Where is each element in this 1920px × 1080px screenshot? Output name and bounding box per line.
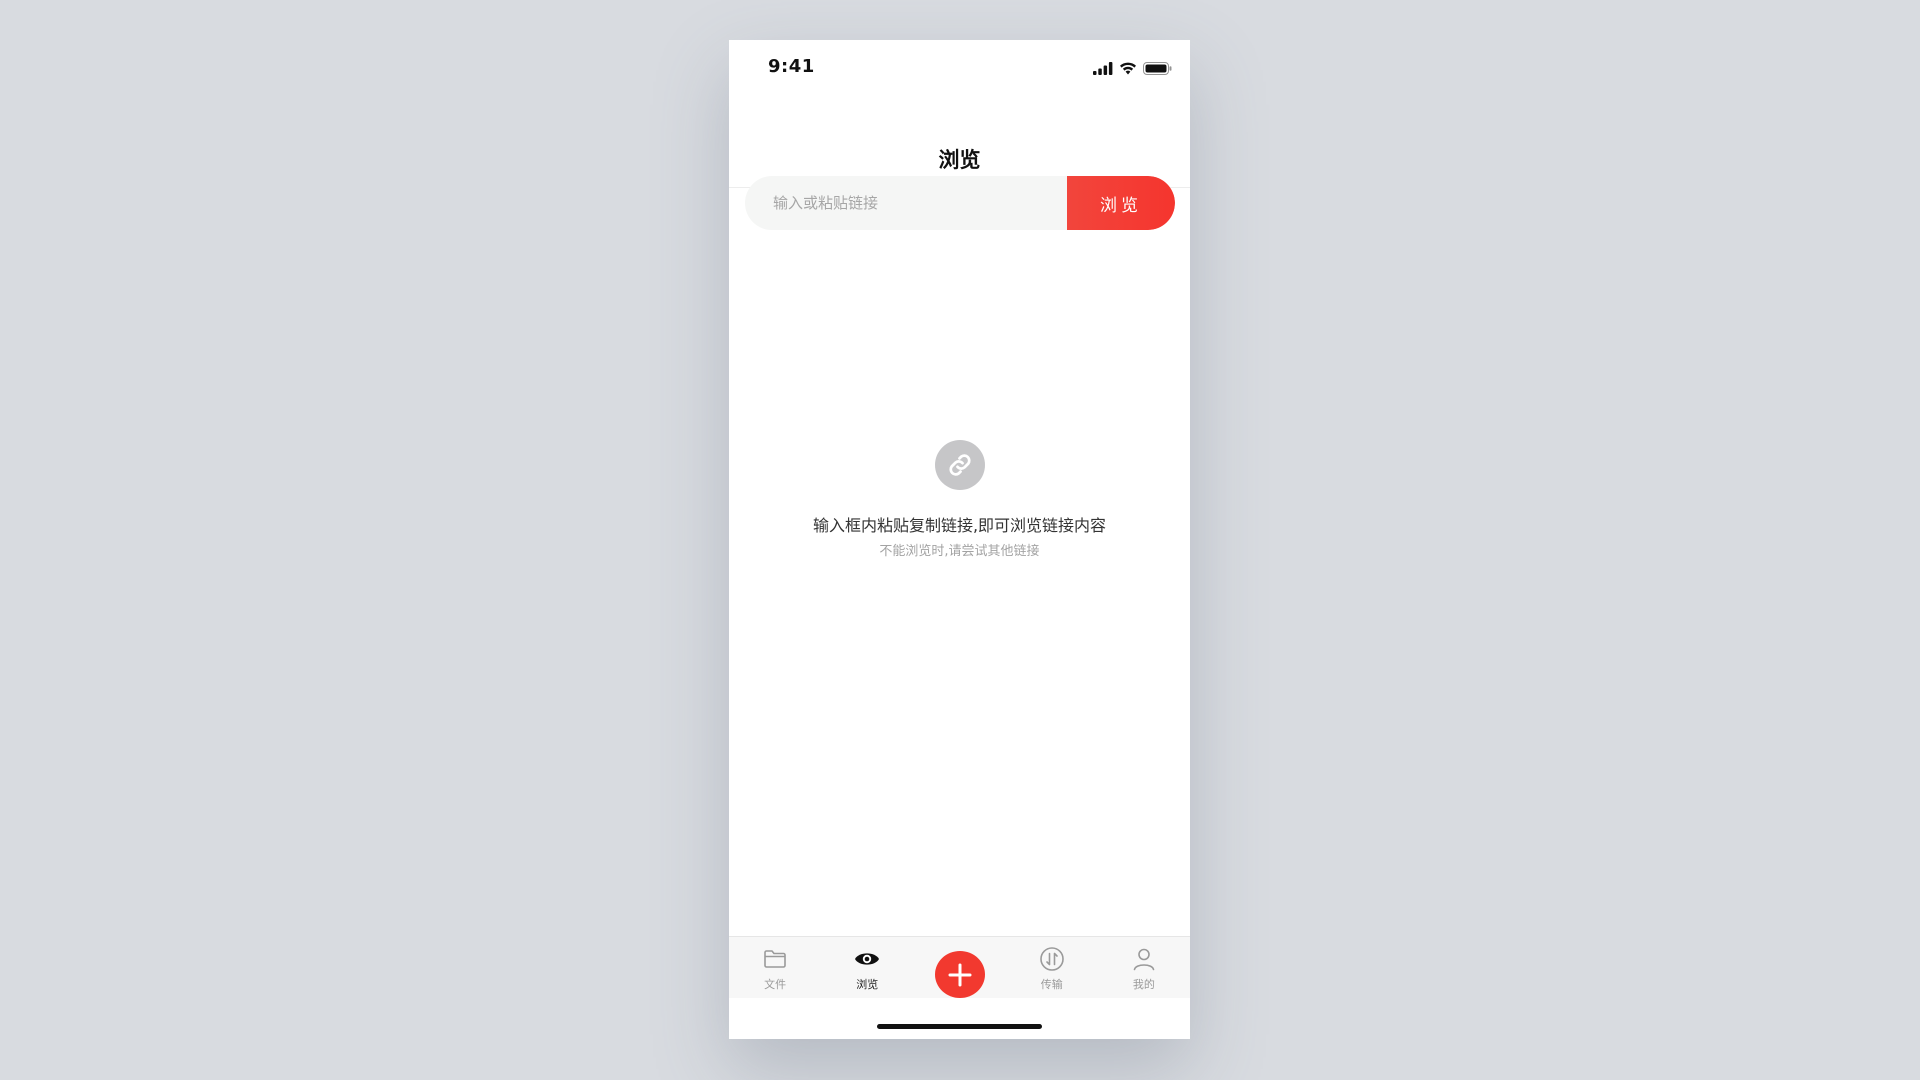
wifi-icon: [1120, 62, 1136, 74]
browse-button[interactable]: 浏览: [1067, 176, 1175, 230]
canvas: 9:41 浏览 输入或粘贴链接 浏览 输入框内粘贴复制链接,即可浏览链接内容 不…: [0, 0, 1920, 1080]
add-button[interactable]: [934, 951, 985, 998]
tab-profile[interactable]: 我的: [1098, 937, 1190, 998]
phone-screen: 9:41 浏览 输入或粘贴链接 浏览 输入框内粘贴复制链接,即可浏览链接内容 不…: [729, 40, 1190, 1039]
nav-bar: 浏览: [729, 96, 1190, 188]
plus-icon: [948, 963, 971, 986]
empty-state-subtitle: 不能浏览时,请尝试其他链接: [879, 544, 1040, 559]
empty-state: 输入框内粘贴复制链接,即可浏览链接内容 不能浏览时,请尝试其他链接: [729, 440, 1190, 559]
eye-icon: [855, 953, 880, 965]
status-icons: [1093, 60, 1172, 76]
status-bar: 9:41: [729, 40, 1190, 96]
tab-bar: 文件 浏览 传输 我的: [729, 936, 1190, 998]
tab-transfer[interactable]: 传输: [1006, 937, 1098, 998]
tab-browse[interactable]: 浏览: [821, 937, 913, 998]
tab-label: 我的: [1132, 978, 1155, 991]
tab-label: 传输: [1040, 978, 1063, 991]
tab-files[interactable]: 文件: [729, 937, 821, 998]
folder-icon: [764, 950, 786, 968]
tab-label: 文件: [764, 978, 787, 991]
home-indicator: [877, 1024, 1042, 1029]
transfer-icon: [1039, 947, 1064, 971]
cellular-signal-icon: [1093, 61, 1113, 75]
link-icon: [934, 440, 985, 490]
user-icon: [1133, 948, 1155, 971]
link-input[interactable]: [745, 176, 1067, 230]
search-bar: 浏览: [745, 176, 1175, 230]
tab-label: 浏览: [856, 978, 879, 991]
tab-add: [913, 937, 1005, 998]
empty-state-title: 输入框内粘贴复制链接,即可浏览链接内容: [812, 516, 1107, 535]
page-title: 浏览: [938, 148, 981, 172]
status-time: 9:41: [768, 56, 815, 77]
battery-icon: [1143, 61, 1172, 75]
